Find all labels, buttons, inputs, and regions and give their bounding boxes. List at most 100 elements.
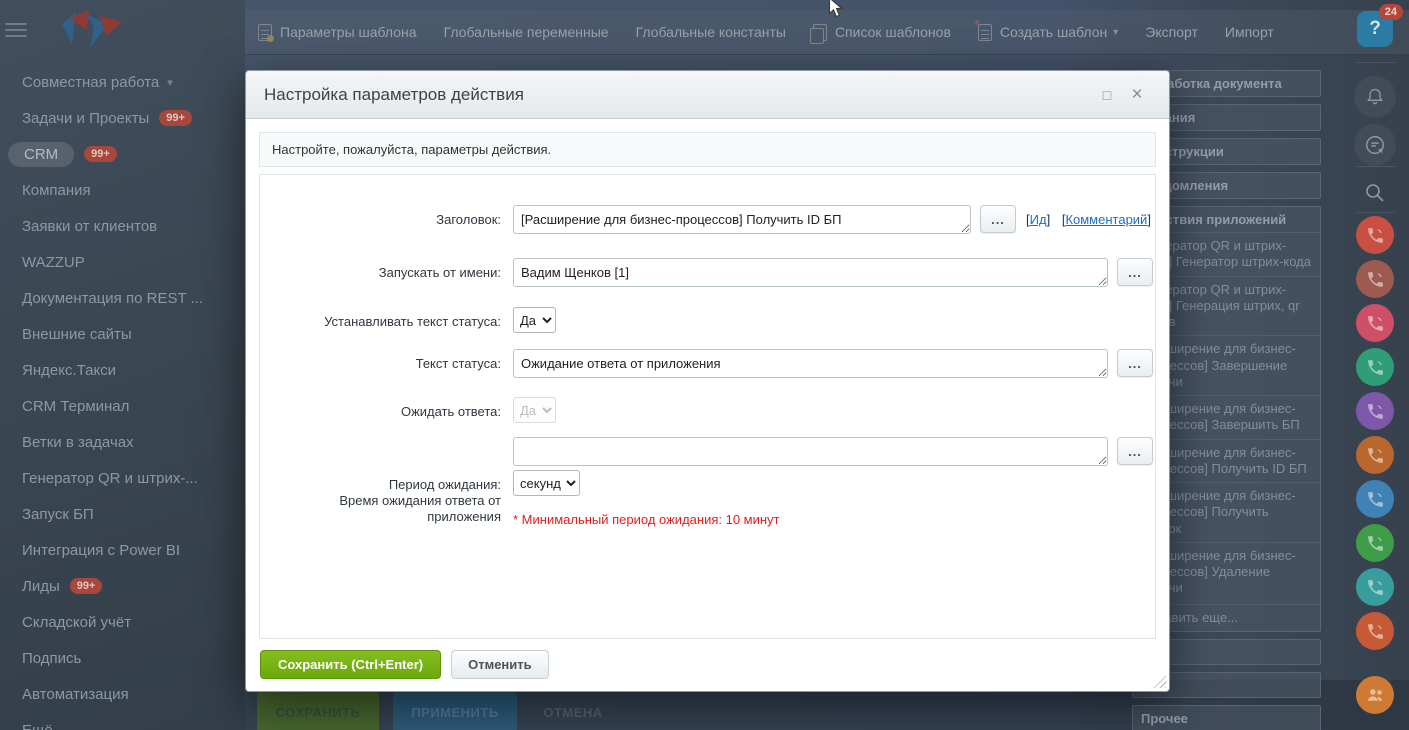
toolbar-item[interactable]: Список шаблонов [809,23,951,44]
sidebar-item-label: Подпись [22,649,82,667]
sidebar-item[interactable]: Ветки в задачах [22,424,237,460]
phone-icon[interactable] [1356,524,1394,562]
cancel-button[interactable]: Отменить [451,650,549,679]
menu-burger-icon[interactable] [5,23,27,39]
toolbar-item[interactable]: Экспорт [1145,24,1198,40]
sidebar-item[interactable]: CRM Терминал [22,388,237,424]
sidebar-item-label: Задачи и Проекты [22,109,150,127]
sidebar-item[interactable]: Запуск БП [22,496,237,532]
phone-icon[interactable] [1356,260,1394,298]
designer-save-button[interactable]: СОХРАНИТЬ [257,692,379,730]
sidebar-item-label: Яндекс.Такси [22,361,117,379]
sidebar-item-label: CRM [8,141,75,167]
wait-response-select[interactable]: Да [513,397,556,423]
phone-icon[interactable] [1356,612,1394,650]
title-input[interactable]: [Расширение для бизнес-процессов] Получи… [513,205,971,234]
logo-text: Оптима [138,13,243,44]
phone-icon[interactable] [1356,436,1394,474]
field-label-status-text: Текст статуса: [415,356,501,371]
phone-icon[interactable] [1356,348,1394,386]
create-template-icon [973,18,992,41]
close-icon[interactable]: × [1127,85,1147,105]
phone-icon[interactable] [1356,392,1394,430]
sidebar-item[interactable]: Ещё - [22,712,237,730]
search-button[interactable] [1354,172,1396,214]
run-as-more-button[interactable]: ... [1117,258,1153,286]
sidebar-item-label: Внешние сайты [22,325,132,343]
sidebar-item[interactable]: Подпись [22,640,237,676]
toolbar-item-label: Экспорт [1145,24,1198,40]
param-link-anchor[interactable]: Ид [1030,212,1047,227]
field-label-run-as: Запускать от имени: [378,265,501,280]
toolbar-item-label: Импорт [1224,24,1274,40]
sidebar-item-label: Заявки от клиентов [22,217,158,235]
right-icon-rail: ? 24 [1347,0,1409,730]
status-text-input[interactable]: Ожидание ответа от приложения [513,349,1108,378]
sidebar-item-label: CRM Терминал [22,397,130,415]
wait-period-more-button[interactable]: ... [1117,437,1153,465]
count-badge: 99+ [159,109,192,127]
sidebar-item-label: Запуск БП [22,505,94,523]
logo[interactable]: Оптима [60,8,243,50]
dialog-titlebar[interactable]: Настройка параметров действия □ × [246,71,1169,119]
field-label-wait-response: Ожидать ответа: [400,404,501,419]
template-toolbar: Параметры шаблона Глобальные переменные … [245,10,1409,55]
action-category-other[interactable]: Прочее [1132,704,1321,730]
sidebar-item[interactable]: Внешние сайты [22,316,237,352]
status-text-more-button[interactable]: ... [1117,349,1153,377]
param-link-anchor[interactable]: Комментарий [1065,212,1147,227]
phone-icon[interactable] [1356,304,1394,342]
designer-cancel-button[interactable]: ОТМЕНА [533,692,613,730]
notifications-button[interactable] [1354,76,1396,118]
count-badge: 99+ [69,577,103,595]
phone-icon[interactable] [1356,480,1394,518]
sidebar-item[interactable]: Задачи и Проекты 99+ [22,100,237,136]
phone-icon[interactable] [1356,568,1394,606]
sidebar-item-label: Складской учёт [22,613,132,631]
toolbar-item[interactable]: Импорт [1225,24,1274,40]
run-as-input[interactable]: Вадим Щенков [1] [513,258,1108,287]
toolbar-item-label: Параметры шаблона [280,24,417,40]
toolbar-item[interactable]: Глобальные константы [636,24,786,40]
sidebar-item[interactable]: Компания [22,172,237,208]
bell-icon [1367,88,1383,105]
wait-period-value-input[interactable] [513,437,1108,466]
phone-icon[interactable] [1356,216,1394,254]
dialog-info-message: Настройте, пожалуйста, параметры действи… [259,132,1156,167]
sidebar-item[interactable]: WAZZUP [22,244,237,280]
sidebar-item[interactable]: Генератор QR и штрих-... [22,460,237,496]
sidebar-item[interactable]: Складской учёт [22,604,237,640]
sidebar-item[interactable]: Интеграция с Power BI [22,532,237,568]
help-button[interactable]: ? 24 [1357,4,1403,47]
toolbar-item-label: Глобальные переменные [443,24,609,40]
save-button[interactable]: Сохранить (Ctrl+Enter) [260,650,442,679]
sidebar-item-label: Лиды [22,577,60,595]
set-status-text-select[interactable]: Да [513,307,556,333]
sidebar-item[interactable]: Документация по REST ... [22,280,237,316]
sidebar-item[interactable]: Автоматизация [22,676,237,712]
title-more-button[interactable]: ... [980,205,1016,233]
sidebar-item[interactable]: Заявки от клиентов [22,208,237,244]
toolbar-item[interactable]: Параметры шаблона [258,23,417,42]
toolbar-item[interactable]: Создать шаблон ▾ [973,18,1118,41]
logo-mark-icon [62,10,122,48]
sidebar-item[interactable]: Совместная работа ▾ [22,64,237,100]
param-link: Ид [1026,212,1050,227]
maximize-icon[interactable]: □ [1097,85,1117,105]
users-icon[interactable] [1356,676,1394,714]
wait-period-unit-select[interactable]: секунд [513,470,580,496]
sidebar-item[interactable]: Лиды 99+ [22,568,237,604]
toolbar-item[interactable]: Глобальные переменные [444,24,609,40]
sidebar-item[interactable]: Яндекс.Такси [22,352,237,388]
action-category-label: Прочее [1141,710,1188,726]
messenger-icon [1366,136,1384,154]
designer-apply-button[interactable]: ПРИМЕНИТЬ [393,692,517,730]
dialog-resize-handle[interactable] [1152,674,1166,688]
sidebar-item[interactable]: CRM 99+ [8,136,237,172]
template-params-icon [258,23,274,42]
sidebar-item-label: Автоматизация [22,685,129,703]
question-icon: ? [1369,18,1381,39]
search-icon [1366,184,1384,202]
messenger-button[interactable] [1354,124,1396,166]
sidebar-item-label: Интеграция с Power BI [22,541,181,559]
